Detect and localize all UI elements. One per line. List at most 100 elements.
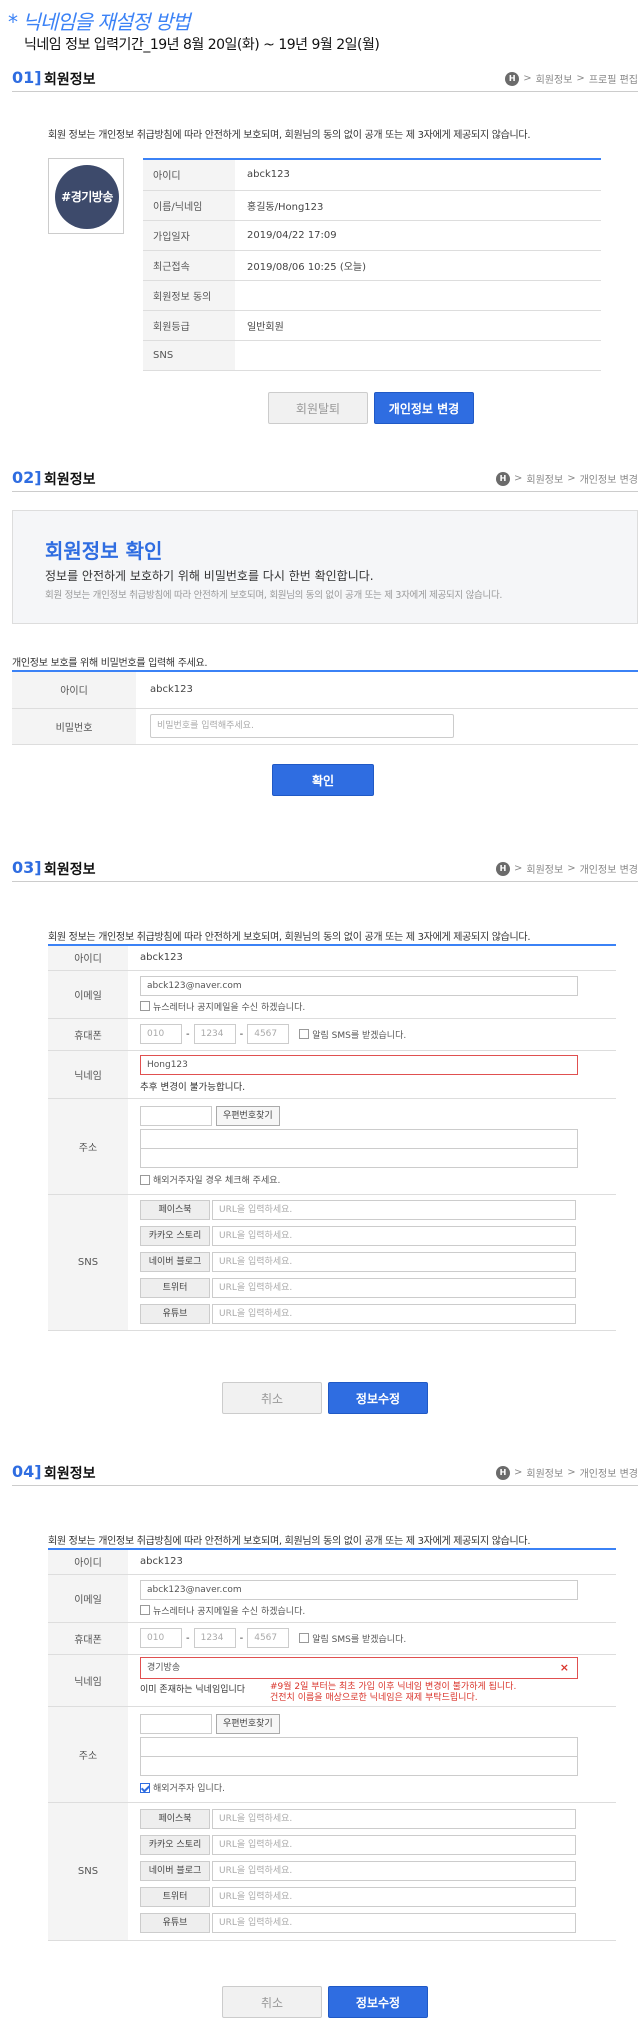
breadcrumb-personal-info-edit[interactable]: 개인정보 변경: [580, 1465, 638, 1480]
sns-youtube-input[interactable]: URL을 입력하세요.: [212, 1913, 576, 1933]
clear-icon[interactable]: ×: [560, 1658, 569, 1678]
row-phone: 휴대폰 010 - 1234 - 4567 알림 SMS를 받겠습니다.: [48, 1622, 616, 1655]
password-prompt: 개인정보 보호를 위해 비밀번호를 입력해 주세요.: [12, 658, 208, 669]
row-id: 아이디 abck123: [48, 1550, 616, 1575]
sns-youtube-label: 유튜브: [140, 1304, 210, 1324]
phone-input-2[interactable]: 1234: [193, 1024, 236, 1044]
section-title: 회원정보: [44, 72, 96, 88]
sns-kakaostory-input[interactable]: URL을 입력하세요.: [212, 1226, 576, 1246]
password-input[interactable]: 비밀번호를 입력해주세요.: [150, 714, 454, 738]
breadcrumb-profile-edit[interactable]: 프로필 편집: [589, 71, 638, 86]
breadcrumb-sep: >: [514, 473, 523, 484]
address-input-1[interactable]: [140, 1737, 578, 1757]
nickname-input[interactable]: 경기방송 ×: [140, 1656, 578, 1679]
info-row-grade: 회원등급 일반회원: [143, 310, 601, 341]
phone-input-2[interactable]: 1234: [193, 1628, 236, 1648]
sns-twitter-label: 트위터: [140, 1278, 210, 1298]
row-value: [235, 280, 601, 311]
section-header: 02] 회원정보 H > 회원정보 > 개인정보 변경: [12, 466, 638, 492]
nickname-duplicate-msg: 이미 존재하는 닉네임입니다: [140, 1684, 246, 1695]
sms-label: 알림 SMS를 받겠습니다.: [312, 1634, 407, 1645]
address-input-2[interactable]: [140, 1756, 578, 1776]
newsletter-checkbox[interactable]: [140, 1605, 150, 1615]
home-icon[interactable]: H: [505, 71, 520, 86]
home-icon[interactable]: H: [496, 1465, 511, 1480]
breadcrumb-member-info[interactable]: 회원정보: [526, 1465, 563, 1480]
confirm-button[interactable]: 확인: [272, 764, 374, 796]
change-info-button[interactable]: 개인정보 변경: [374, 392, 474, 424]
sns-twitter-input[interactable]: URL을 입력하세요.: [212, 1278, 576, 1298]
edit-form-04: 아이디 abck123 이메일 abck123@naver.com 뉴스레터나 공…: [48, 1550, 616, 1941]
address-input-2[interactable]: [140, 1148, 578, 1168]
password-table: 아이디 abck123 비밀번호 비밀번호를 입력해주세요.: [12, 670, 638, 745]
zipcode-search-button[interactable]: 우편번호찾기: [216, 1106, 280, 1126]
zipcode-input[interactable]: [140, 1106, 212, 1126]
home-icon[interactable]: H: [496, 861, 511, 876]
zipcode-search-button[interactable]: 우편번호찾기: [216, 1714, 280, 1734]
id-label: 아이디: [48, 1550, 128, 1575]
notice-title: * 닉네임을 재설정 방법: [8, 10, 191, 34]
sns-kakaostory-input[interactable]: URL을 입력하세요.: [212, 1835, 576, 1855]
breadcrumb-member-info[interactable]: 회원정보: [526, 861, 563, 876]
zipcode-input[interactable]: [140, 1714, 212, 1734]
section-title: 회원정보: [44, 1466, 96, 1482]
breadcrumb-personal-info-edit[interactable]: 개인정보 변경: [580, 471, 638, 486]
section-01: 01] 회원정보 H > 회원정보 > 프로필 편집: [0, 66, 640, 92]
phone-input-3[interactable]: 4567: [247, 1024, 290, 1044]
confirm-box-title: 회원정보 확인: [45, 539, 163, 563]
breadcrumb-member-info[interactable]: 회원정보: [526, 471, 563, 486]
breadcrumb: H > 회원정보 > 개인정보 변경: [496, 471, 638, 486]
breadcrumb-sep: >: [514, 863, 523, 874]
row-value: abck123: [235, 160, 601, 191]
sms-checkbox[interactable]: [299, 1029, 310, 1039]
row-label: 가입일자: [143, 220, 235, 251]
submit-button[interactable]: 정보수정: [328, 1382, 428, 1414]
sns-facebook-label: 페이스북: [140, 1809, 210, 1829]
sns-youtube-input[interactable]: URL을 입력하세요.: [212, 1304, 576, 1324]
overseas-checkbox[interactable]: [140, 1174, 150, 1185]
sns-naver-blog-input[interactable]: URL을 입력하세요.: [212, 1252, 576, 1272]
phone-label: 휴대폰: [48, 1018, 128, 1051]
email-label: 이메일: [48, 1574, 128, 1623]
sms-checkbox[interactable]: [299, 1633, 310, 1643]
row-address: 주소 우편번호찾기 해외거주자일 경우 체크해 주세요.: [48, 1098, 616, 1195]
address-input-1[interactable]: [140, 1129, 578, 1149]
breadcrumb: H > 회원정보 > 개인정보 변경: [496, 1465, 638, 1480]
newsletter-checkbox[interactable]: [140, 1001, 150, 1011]
email-input[interactable]: abck123@naver.com: [140, 975, 578, 996]
member-info-table: 아이디 abck123 이름/닉네임 홍길동/Hong123 가입일자 2019/04…: [143, 158, 601, 371]
sns-naver-blog-input[interactable]: URL을 입력하세요.: [212, 1861, 576, 1881]
phone-input-3[interactable]: 4567: [247, 1628, 290, 1648]
sns-facebook-input[interactable]: URL을 입력하세요.: [212, 1200, 576, 1220]
id-label: 아이디: [48, 946, 128, 971]
phone-input-1[interactable]: 010: [140, 1024, 182, 1044]
address-label: 주소: [48, 1706, 128, 1803]
breadcrumb-sep: >: [576, 73, 585, 84]
row-email: 이메일 abck123@naver.com 뉴스레터나 공지메일을 수신 하겠습…: [48, 1574, 616, 1623]
sns-facebook-input[interactable]: URL을 입력하세요.: [212, 1809, 576, 1829]
cancel-button[interactable]: 취소: [222, 1382, 322, 1414]
overseas-checkbox[interactable]: [140, 1782, 150, 1793]
withdraw-button[interactable]: 회원탈퇴: [268, 392, 368, 424]
nickname-input[interactable]: Hong123: [140, 1055, 578, 1075]
row-value: 2019/04/22 17:09: [235, 220, 601, 251]
sns-kakaostory-label: 카카오 스토리: [140, 1835, 210, 1855]
nickname-warning-2: 건전치 이름을 매상으로한 닉네임은 재제 부탁드립니다.: [270, 1692, 478, 1703]
overseas-label: 해외거주자 입니다.: [153, 1784, 225, 1794]
row-nickname: 닉네임 Hong123 추후 변경이 불가능합니다.: [48, 1050, 616, 1099]
section-number: 02]: [12, 468, 42, 487]
id-value: abck123: [128, 946, 616, 971]
sns-twitter-input[interactable]: URL을 입력하세요.: [212, 1887, 576, 1907]
breadcrumb-sep: >: [567, 473, 576, 484]
submit-button[interactable]: 정보수정: [328, 1986, 428, 2018]
cancel-button[interactable]: 취소: [222, 1986, 322, 2018]
section-title: 회원정보: [44, 862, 96, 878]
breadcrumb-personal-info-edit[interactable]: 개인정보 변경: [580, 861, 638, 876]
row-id: 아이디 abck123: [48, 946, 616, 971]
row-address: 주소 우편번호찾기 해외거주자 입니다.: [48, 1706, 616, 1803]
email-input[interactable]: abck123@naver.com: [140, 1579, 578, 1600]
home-icon[interactable]: H: [496, 471, 511, 486]
breadcrumb-member-info[interactable]: 회원정보: [536, 71, 573, 86]
profile-image-frame: #경기방송: [48, 158, 124, 234]
phone-input-1[interactable]: 010: [140, 1628, 182, 1648]
